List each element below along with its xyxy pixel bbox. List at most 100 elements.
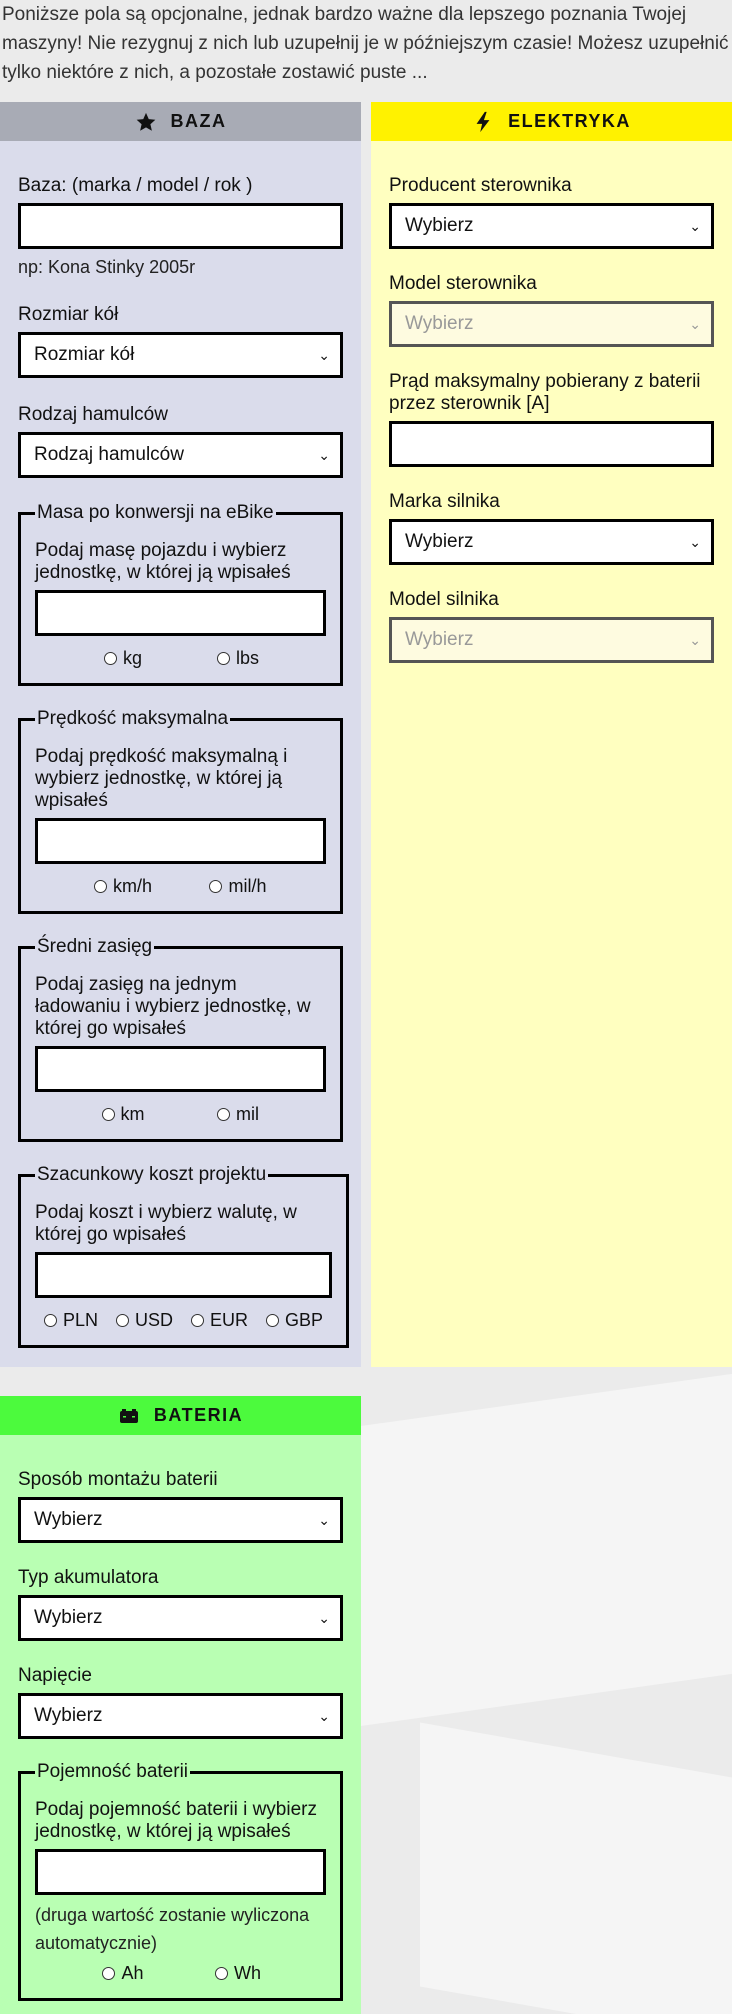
star-icon (135, 111, 157, 133)
cost-description: Podaj koszt i wybierz walutę, w której g… (35, 1202, 297, 1245)
speed-fieldset: Prędkość maksymalna Podaj prędkość maksy… (18, 708, 343, 914)
elektryka-header: ELEKTRYKA (371, 102, 732, 141)
capacity-description: Podaj pojemność baterii i wybierz jednos… (35, 1799, 317, 1842)
bateria-header: BATERIA (0, 1396, 361, 1435)
radio-icon (191, 1314, 205, 1327)
chevron-down-icon: ⌄ (689, 631, 701, 648)
mass-unit-kg-radio[interactable]: kg (66, 648, 181, 669)
battery-type-select[interactable]: Wybierz ⌄ (18, 1595, 343, 1641)
controller-maker-value: Wybierz (405, 215, 474, 236)
radio-icon (44, 1314, 57, 1327)
background-shape (420, 1722, 732, 2014)
capacity-fieldset: Pojemność baterii Podaj pojemność bateri… (18, 1761, 343, 2001)
speed-unit-mph-radio[interactable]: mil/h (181, 876, 296, 897)
radio-icon (217, 1108, 230, 1121)
capacity-note: (druga wartość zostanie wyliczona automa… (35, 1905, 310, 1953)
chevron-down-icon: ⌄ (318, 1707, 330, 1724)
currency-eur-label: EUR (210, 1310, 249, 1330)
baza-header: BAZA (0, 102, 361, 141)
radio-icon (266, 1314, 280, 1327)
currency-pln-radio[interactable]: PLN (44, 1310, 98, 1331)
radio-icon (116, 1314, 130, 1327)
chevron-down-icon: ⌄ (689, 533, 701, 550)
capacity-unit-ah-label: Ah (121, 1963, 144, 1983)
cost-fieldset: Szacunkowy koszt projektu Podaj koszt i … (18, 1164, 350, 1348)
brake-type-select[interactable]: Rodzaj hamulców ⌄ (18, 432, 343, 478)
motor-brand-value: Wybierz (405, 531, 474, 552)
capacity-unit-wh-radio[interactable]: Wh (181, 1963, 296, 1984)
controller-model-label: Model sterownika (389, 273, 537, 294)
radio-icon (93, 880, 107, 893)
battery-mount-label: Sposób montażu baterii (18, 1469, 218, 1490)
capacity-legend: Pojemność baterii (37, 1761, 189, 1782)
cost-legend: Szacunkowy koszt projektu (37, 1164, 267, 1185)
capacity-unit-ah-radio[interactable]: Ah (66, 1963, 181, 1984)
base-input[interactable] (18, 203, 343, 249)
background-shape (360, 1373, 732, 1727)
currency-gbp-radio[interactable]: GBP (266, 1310, 323, 1331)
wheel-size-select[interactable]: Rozmiar kół ⌄ (18, 332, 343, 378)
range-unit-km-radio[interactable]: km (66, 1104, 181, 1125)
controller-model-select[interactable]: Wybierz ⌄ (389, 301, 714, 347)
range-input[interactable] (35, 1046, 326, 1092)
battery-type-label: Typ akumulatora (18, 1567, 159, 1588)
range-description: Podaj zasięg na jednym ładowaniu i wybie… (35, 974, 311, 1039)
speed-input[interactable] (35, 818, 326, 864)
radio-icon (102, 1967, 116, 1980)
wheel-size-value: Rozmiar kół (34, 344, 135, 365)
mass-unit-lbs-label: lbs (235, 648, 259, 668)
voltage-select[interactable]: Wybierz ⌄ (18, 1693, 343, 1739)
cost-input[interactable] (35, 1252, 333, 1298)
range-unit-km-label: km (120, 1104, 145, 1124)
capacity-unit-wh-label: Wh (234, 1963, 261, 1983)
mass-input[interactable] (35, 590, 326, 636)
brake-type-value: Rodzaj hamulców (34, 444, 184, 465)
currency-usd-label: USD (135, 1310, 174, 1330)
mass-unit-lbs-radio[interactable]: lbs (181, 648, 296, 669)
chevron-down-icon: ⌄ (318, 1511, 330, 1528)
battery-mount-select[interactable]: Wybierz ⌄ (18, 1497, 343, 1543)
motor-model-label: Model silnika (389, 589, 499, 610)
speed-legend: Prędkość maksymalna (37, 708, 229, 729)
baza-panel: BAZA Baza: (marka / model / rok ) np: Ko… (0, 102, 361, 1367)
range-fieldset: Średni zasięg Podaj zasięg na jednym ład… (18, 936, 343, 1142)
currency-eur-radio[interactable]: EUR (191, 1310, 248, 1331)
bateria-panel: BATERIA Sposób montażu baterii Wybierz ⌄ … (0, 1396, 361, 2014)
battery-mount-value: Wybierz (34, 1509, 103, 1530)
currency-pln-label: PLN (63, 1310, 99, 1330)
motor-model-select[interactable]: Wybierz ⌄ (389, 617, 714, 663)
mass-description: Podaj masę pojazdu i wybierz jednostkę, … (35, 540, 291, 583)
capacity-input[interactable] (35, 1849, 326, 1895)
brake-type-label: Rodzaj hamulców (18, 404, 168, 425)
speed-unit-mph-label: mil/h (228, 876, 267, 896)
intro-text: Poniższe pola są opcjonalne, jednak bard… (2, 4, 729, 83)
motor-model-value: Wybierz (405, 629, 474, 650)
max-current-input[interactable] (389, 421, 714, 467)
max-current-label: Prąd maksymalny pobierany z baterii prze… (389, 371, 701, 414)
controller-model-value: Wybierz (405, 313, 474, 334)
motor-brand-select[interactable]: Wybierz ⌄ (389, 519, 714, 565)
wheel-size-label: Rozmiar kół (18, 304, 119, 325)
battery-type-value: Wybierz (34, 1607, 103, 1628)
battery-icon (118, 1405, 140, 1427)
voltage-label: Napięcie (18, 1665, 92, 1686)
currency-usd-radio[interactable]: USD (116, 1310, 173, 1331)
chevron-down-icon: ⌄ (689, 217, 701, 234)
chevron-down-icon: ⌄ (318, 1609, 330, 1626)
currency-gbp-label: GBP (285, 1310, 324, 1330)
chevron-down-icon: ⌄ (689, 315, 701, 332)
speed-description: Podaj prędkość maksymalną i wybierz jedn… (35, 746, 288, 811)
bateria-title: BATERIA (153, 1405, 244, 1425)
chevron-down-icon: ⌄ (318, 446, 330, 463)
radio-icon (215, 1967, 228, 1980)
motor-brand-label: Marka silnika (389, 491, 500, 512)
lightning-icon (472, 111, 494, 133)
controller-maker-label: Producent sterownika (389, 175, 572, 196)
controller-maker-select[interactable]: Wybierz ⌄ (389, 203, 714, 249)
speed-unit-kmh-radio[interactable]: km/h (66, 876, 181, 897)
mass-fieldset: Masa po konwersji na eBike Podaj masę po… (18, 502, 343, 686)
mass-unit-kg-label: kg (122, 648, 142, 668)
range-unit-mil-radio[interactable]: mil (181, 1104, 296, 1125)
base-label: Baza: (marka / model / rok ) (18, 175, 253, 196)
elektryka-title: ELEKTRYKA (508, 111, 631, 131)
